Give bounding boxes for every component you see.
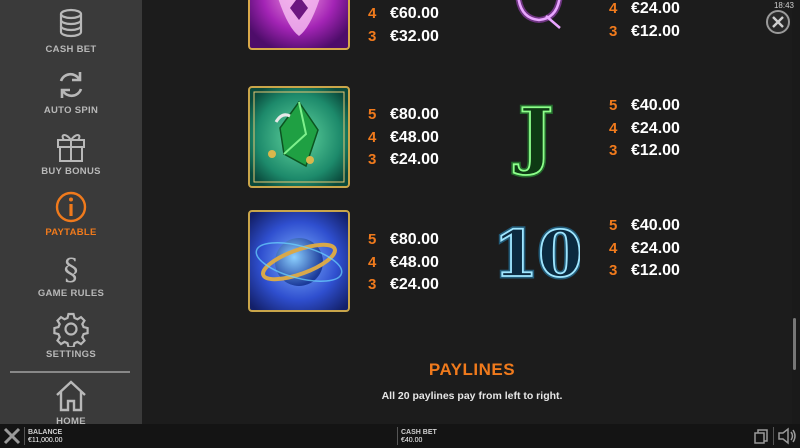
payout-row: 5 €80.00	[368, 106, 439, 123]
svg-text:10: 10	[496, 217, 580, 290]
bottom-divider	[773, 427, 774, 445]
payout-row: 5 €40.00	[609, 217, 680, 234]
paytable-scrollbar[interactable]	[793, 318, 796, 370]
sidebar-divider	[10, 371, 130, 373]
exit-icon[interactable]	[2, 426, 22, 446]
payout-row: 3 €24.00	[368, 276, 439, 293]
number-10-icon: 10 10	[496, 215, 580, 291]
sidebar-item-cash-bet[interactable]: CASH BET	[0, 6, 142, 66]
payout-row: 3 €12.00	[609, 262, 680, 279]
paytable-payouts-blue-planet: 5 €80.00 4 €48.00 3 €24.00	[368, 229, 439, 297]
cash-bet-value: €40.00	[401, 437, 423, 444]
section-icon: §	[64, 253, 79, 286]
clock: 18:43	[773, 1, 794, 10]
balance-label: BALANCE	[28, 429, 63, 436]
svg-text:§: §	[64, 253, 79, 286]
payout-row: 4 €24.00	[609, 119, 680, 137]
cash-bet-label: CASH BET	[401, 429, 437, 436]
payout-row: 5 €80.00	[368, 231, 439, 248]
sidebar-item-label: PAYTABLE	[45, 227, 97, 238]
game-app: CASH BET AUTO SPIN BUY BONUS PAYTABLE § …	[0, 0, 800, 448]
letter-j-icon: J J	[510, 90, 555, 180]
payout-row: 3 €12.00	[609, 22, 680, 40]
sidebar-item-label: CASH BET	[45, 44, 97, 55]
sidebar-item-paytable[interactable]: PAYTABLE	[0, 189, 142, 249]
letter-q-icon	[515, 0, 563, 29]
payout-row: 5 €40.00	[609, 97, 680, 114]
payout-row: 3 €12.00	[609, 142, 680, 159]
coins-icon	[59, 8, 83, 38]
refresh-icon	[59, 72, 83, 98]
bottom-divider	[397, 427, 398, 445]
sidebar-item-label: BUY BONUS	[41, 166, 101, 177]
sidebar-item-settings[interactable]: SETTINGS	[0, 311, 142, 371]
sidebar-item-label: GAME RULES	[37, 288, 105, 299]
payout-row: 3 €24.00	[368, 151, 439, 168]
sidebar-item-game-rules[interactable]: § GAME RULES	[0, 250, 142, 310]
paytable-panel: 4 €60.00 3 €32.00 4 €24.00 3 €12.00 5 €8…	[142, 0, 792, 424]
history-icon[interactable]	[753, 428, 769, 444]
payout-row: 4 €24.00	[609, 0, 680, 17]
sidebar-item-auto-spin[interactable]: AUTO SPIN	[0, 67, 142, 127]
close-button[interactable]	[766, 10, 790, 34]
svg-text:J: J	[513, 92, 553, 177]
pink-flower-icon	[248, 0, 350, 50]
payout-row: 3 €32.00	[368, 27, 439, 45]
paytable-payouts-number-10: 5 €40.00 4 €24.00 3 €12.00	[609, 215, 680, 283]
paytable-payouts-letter-j: 5 €40.00 4 €24.00 3 €12.00	[609, 95, 680, 163]
payout-row: 4 €48.00	[368, 128, 439, 146]
sidebar-menu: CASH BET AUTO SPIN BUY BONUS PAYTABLE § …	[0, 0, 142, 427]
info-icon	[55, 191, 87, 223]
paylines-title: PAYLINES	[428, 360, 516, 379]
sidebar-item-label: SETTINGS	[46, 349, 96, 360]
close-icon	[772, 16, 784, 28]
paytable-payouts-pink-flower: 4 €60.00 3 €32.00	[368, 3, 439, 48]
payout-row: 4 €60.00	[368, 5, 439, 22]
paytable-payouts-letter-q: 4 €24.00 3 €12.00	[609, 0, 680, 43]
paytable-payouts-green-gem: 5 €80.00 4 €48.00 3 €24.00	[368, 104, 439, 172]
balance-value: €11,000.00	[28, 437, 63, 444]
payout-row: 4 €48.00	[368, 253, 439, 271]
paylines-description: All 20 paylines pay from left to right.	[381, 390, 563, 402]
bottom-bar: BALANCE €11,000.00 CASH BET €40.00	[0, 424, 800, 448]
sidebar-item-buy-bonus[interactable]: BUY BONUS	[0, 128, 142, 188]
sidebar-item-label: AUTO SPIN	[43, 105, 99, 116]
home-icon	[56, 380, 86, 412]
gear-icon	[53, 312, 89, 347]
green-gem-icon	[248, 86, 350, 188]
payout-row: 4 €24.00	[609, 239, 680, 257]
sound-icon[interactable]	[777, 427, 797, 445]
blue-planet-icon	[248, 210, 350, 312]
bottom-divider	[24, 427, 25, 445]
gift-icon	[57, 134, 85, 162]
